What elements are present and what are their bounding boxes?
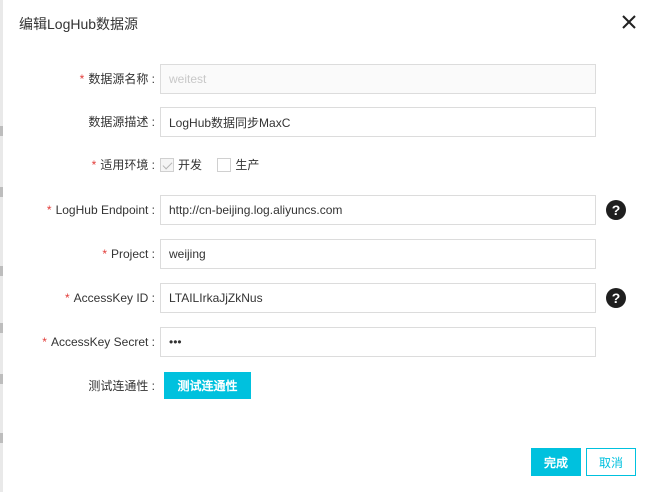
endpoint-label: * LogHub Endpoint : xyxy=(46,203,155,217)
datasource-name-label: * 数据源名称 : xyxy=(79,72,155,86)
access-key-id-label: * AccessKey ID : xyxy=(64,291,155,305)
cancel-button[interactable]: 取消 xyxy=(586,448,636,476)
access-key-id-input[interactable] xyxy=(160,283,596,313)
endpoint-input[interactable] xyxy=(160,195,596,225)
required-mark: * xyxy=(42,335,47,349)
datasource-desc-input[interactable] xyxy=(160,107,596,137)
row-datasource-name: * 数据源名称 : xyxy=(3,64,655,94)
help-icon[interactable]: ? xyxy=(606,288,626,308)
test-connection-button[interactable]: 测试连通性 xyxy=(164,372,251,399)
env-prod-label: 生产 xyxy=(235,158,260,172)
help-icon[interactable]: ? xyxy=(606,200,626,220)
row-environment: * 适用环境 : 开发 生产 xyxy=(3,150,655,180)
required-mark: * xyxy=(64,291,70,305)
required-mark: * xyxy=(102,247,107,261)
dialog-title: 编辑LogHub数据源 xyxy=(19,16,139,32)
ok-button[interactable]: 完成 xyxy=(531,448,581,476)
datasource-name-input[interactable] xyxy=(160,64,596,94)
env-dev-label: 开发 xyxy=(178,158,203,172)
project-input[interactable] xyxy=(160,239,596,269)
required-mark: * xyxy=(91,158,97,172)
access-key-secret-input[interactable] xyxy=(160,327,596,357)
close-icon xyxy=(622,15,636,29)
row-access-key-secret: * AccessKey Secret : xyxy=(3,327,655,357)
row-test-connection: 测试连通性 : 测试连通性 xyxy=(3,371,655,401)
close-button[interactable] xyxy=(619,12,639,32)
env-prod-checkbox[interactable] xyxy=(217,157,232,172)
environment-options: 开发 生产 xyxy=(160,156,271,174)
required-mark: * xyxy=(79,72,85,86)
row-access-key-id: *AccessKey ID : ? xyxy=(3,283,655,313)
datasource-desc-label: 数据源描述 : xyxy=(88,115,155,129)
row-project: * Project : xyxy=(3,239,655,269)
project-label: * Project : xyxy=(102,247,155,261)
row-datasource-desc: 数据源描述 : xyxy=(3,107,655,137)
environment-label: * 适用环境 : xyxy=(91,158,155,172)
required-mark: * xyxy=(46,203,52,217)
env-dev-checkbox[interactable] xyxy=(160,157,174,172)
test-connection-label: 测试连通性 : xyxy=(88,379,155,393)
access-key-secret-label: * AccessKey Secret : xyxy=(42,335,155,349)
row-endpoint: *LogHub Endpoint : ? xyxy=(3,195,655,225)
edit-datasource-dialog: 编辑LogHub数据源 *数据源名称 : 数据源描述 : *适用环境 : 开发 … xyxy=(3,0,655,492)
